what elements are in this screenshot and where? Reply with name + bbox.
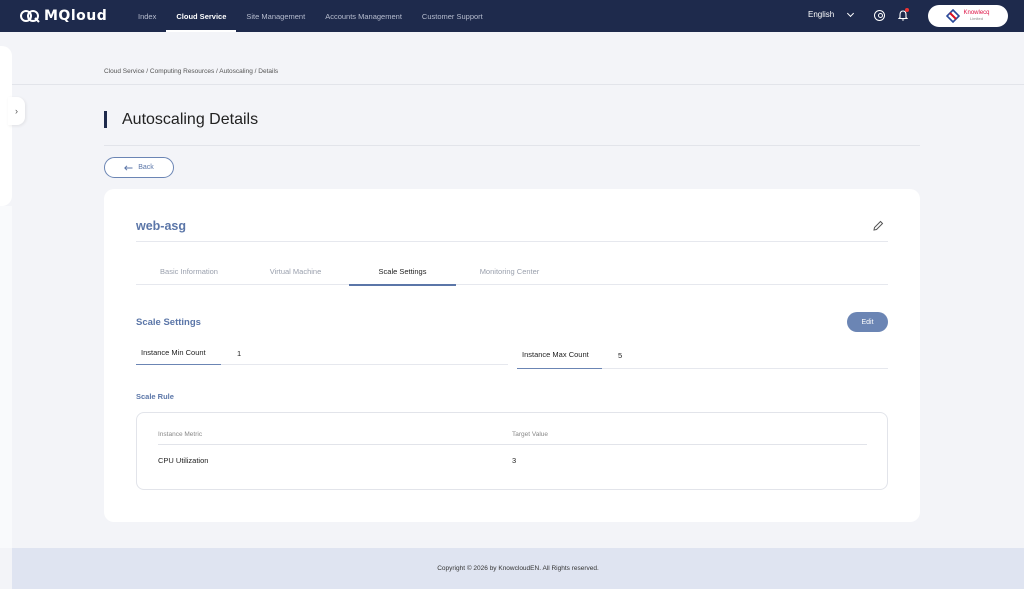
user-profile-icon[interactable]: [874, 10, 885, 21]
detail-tabs: Basic Information Virtual Machine Scale …: [136, 261, 888, 286]
asg-name: web-asg: [136, 219, 187, 233]
logo-text: MQloud: [44, 8, 108, 24]
language-select[interactable]: English: [808, 9, 855, 19]
partner-sub-text: Limited: [970, 16, 983, 21]
back-label: Back: [138, 164, 154, 171]
top-navigation-bar: MQloud Index Cloud Service Site Manageme…: [0, 0, 1024, 32]
instance-min-count-value: 1: [237, 348, 242, 358]
page-title: Autoscaling Details: [122, 110, 259, 128]
nav-item-accounts-management[interactable]: Accounts Management: [315, 0, 412, 32]
breadcrumb-divider: [12, 84, 1024, 85]
footer: Copyright © 2026 by KnowcloudEN. All Rig…: [12, 548, 1024, 589]
logo-icon: [20, 10, 40, 23]
tab-basic-information[interactable]: Basic Information: [136, 261, 242, 285]
scale-rule-title: Scale Rule: [136, 392, 174, 401]
field-divider: [221, 364, 508, 365]
partner-logo[interactable]: Knowlecq Limited: [928, 5, 1008, 27]
title-divider: [104, 145, 920, 146]
side-rail-lower: [0, 206, 12, 548]
notification-badge: [905, 8, 909, 12]
instance-max-count-value: 5: [618, 350, 623, 360]
side-rail: [0, 46, 12, 206]
main-nav: Index Cloud Service Site Management Acco…: [128, 0, 493, 32]
nav-item-index[interactable]: Index: [128, 0, 166, 32]
nav-item-site-management[interactable]: Site Management: [236, 0, 315, 32]
title-accent-bar: [104, 111, 107, 128]
table-header-target-value: Target Value: [512, 431, 549, 438]
breadcrumb[interactable]: Cloud Service / Computing Resources / Au…: [104, 68, 278, 75]
nav-item-customer-support[interactable]: Customer Support: [412, 0, 493, 32]
chevron-down-icon: [847, 9, 855, 17]
table-cell-metric: CPU Utilization: [158, 456, 209, 465]
nav-item-cloud-service[interactable]: Cloud Service: [166, 0, 237, 32]
mqloud-logo[interactable]: MQloud: [20, 7, 107, 25]
edit-button[interactable]: Edit: [847, 312, 888, 332]
instance-max-count-field: Instance Max Count 5: [517, 341, 888, 369]
language-label: English: [808, 10, 835, 19]
scale-settings-title: Scale Settings: [136, 317, 201, 328]
tab-virtual-machine[interactable]: Virtual Machine: [242, 261, 349, 285]
chevron-right-icon: ›: [15, 106, 18, 116]
instance-min-count-field: Instance Min Count 1: [136, 341, 508, 365]
arrow-left-icon: [124, 164, 133, 171]
sidebar-toggle-button[interactable]: ›: [8, 97, 25, 125]
instance-min-count-label: Instance Min Count: [136, 341, 221, 365]
back-button[interactable]: Back: [104, 157, 174, 178]
scale-rule-table: Instance Metric Target Value CPU Utiliza…: [136, 412, 888, 490]
details-card: web-asg Basic Information Virtual Machin…: [104, 189, 920, 522]
table-header-instance-metric: Instance Metric: [158, 431, 203, 438]
page-title-wrap: Autoscaling Details: [104, 111, 258, 128]
table-header-divider: [158, 444, 867, 445]
name-divider: [136, 241, 888, 242]
instance-max-count-label: Instance Max Count: [517, 341, 602, 369]
partner-logo-icon: [946, 9, 961, 23]
tab-scale-settings[interactable]: Scale Settings: [349, 261, 456, 286]
table-cell-target-value: 3: [512, 456, 517, 465]
pencil-icon[interactable]: [872, 220, 884, 232]
field-divider: [602, 368, 888, 369]
partner-name: Knowlecq Limited: [963, 10, 989, 22]
tab-monitoring-center[interactable]: Monitoring Center: [456, 261, 563, 285]
